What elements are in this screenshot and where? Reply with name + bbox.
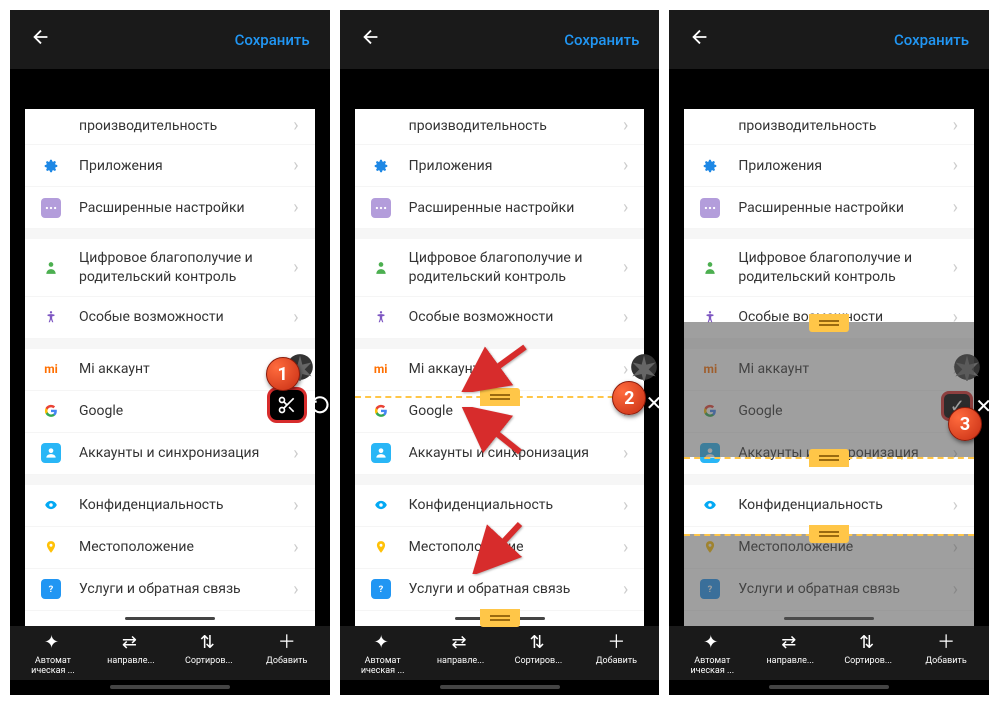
- undo-icon[interactable]: [307, 387, 330, 423]
- crop-button[interactable]: [267, 387, 307, 423]
- tool-auto[interactable]: ✦Автомат ическая ...: [673, 634, 751, 676]
- editor-header: Сохранить: [340, 10, 660, 69]
- row-accounts-sync: Аккаунты и синхронизация›: [25, 433, 315, 475]
- callout-1: 1: [266, 357, 300, 391]
- tool-add[interactable]: ＋Добавить: [248, 634, 326, 676]
- row-wellbeing: Цифровое благополучие и родительский кон…: [25, 239, 315, 296]
- row-performance: производительность: [700, 117, 952, 135]
- crop-selection-bottom: [684, 534, 974, 625]
- row-advanced: Расширенные настройки›: [25, 187, 315, 229]
- tool-sort[interactable]: ⇅Сортиров...: [829, 634, 907, 676]
- tool-add[interactable]: ＋Добавить: [577, 634, 655, 676]
- svg-text:?: ?: [378, 584, 383, 595]
- cancel-icon[interactable]: ✕: [646, 391, 660, 415]
- tool-add[interactable]: ＋Добавить: [907, 634, 985, 676]
- drag-handle-3[interactable]: [809, 525, 849, 543]
- tool-auto[interactable]: ✦Автомат ическая ...: [344, 634, 422, 676]
- crop-selection-top: [684, 322, 974, 457]
- drag-handle-1[interactable]: [809, 314, 849, 332]
- screenshot-preview: производительность› Приложения› Расширен…: [684, 109, 974, 625]
- callout-3: 3: [948, 407, 982, 441]
- editor-header: Сохранить: [10, 10, 330, 69]
- row-apps: Приложения›: [684, 145, 974, 187]
- row-performance: производительность: [371, 117, 623, 135]
- phone-1: Сохранить производительность› Приложения…: [10, 10, 330, 695]
- row-advanced: Расширенные настройки›: [355, 187, 645, 229]
- row-accessibility: Особые возможности›: [25, 297, 315, 339]
- row-performance: производительность: [41, 117, 293, 135]
- back-icon[interactable]: [689, 26, 711, 53]
- aperture-icon[interactable]: [630, 353, 658, 381]
- drag-handle-2[interactable]: [809, 449, 849, 467]
- bottom-toolbar: ✦Автомат ическая ... ⇄направле... ⇅Сорти…: [340, 626, 660, 680]
- tool-sort[interactable]: ⇅Сортиров...: [500, 634, 578, 676]
- screenshot-preview: производительность› Приложения› Расширен…: [355, 109, 645, 625]
- bottom-toolbar: ✦Автомат ическая ... ⇄направле... ⇅Сорти…: [10, 626, 330, 680]
- phone-2: Сохранить производительность› Приложения…: [340, 10, 660, 695]
- tool-direction[interactable]: ⇄направле...: [751, 634, 829, 676]
- screenshot-preview: производительность› Приложения› Расширен…: [25, 109, 315, 625]
- chevron-icon: ›: [293, 115, 298, 136]
- row-advanced: Расширенные настройки›: [684, 187, 974, 229]
- back-icon[interactable]: [30, 26, 52, 53]
- content-area: производительность› Приложения› Расширен…: [10, 69, 330, 625]
- tool-auto[interactable]: ✦Автомат ическая ...: [14, 634, 92, 676]
- row-apps: Приложения›: [25, 145, 315, 187]
- row-privacy: Конфиденциальность›: [25, 485, 315, 527]
- phone-3: Сохранить производительность› Приложения…: [669, 10, 989, 695]
- content-area: производительность› Приложения› Расширен…: [669, 69, 989, 625]
- row-privacy: Конфиденциальность›: [684, 485, 974, 527]
- tool-sort[interactable]: ⇅Сортиров...: [170, 634, 248, 676]
- drag-handle-bottom[interactable]: [480, 609, 520, 627]
- svg-text:?: ?: [49, 584, 54, 595]
- tool-direction[interactable]: ⇄направле...: [422, 634, 500, 676]
- tool-direction[interactable]: ⇄направле...: [92, 634, 170, 676]
- row-accessibility: Особые возможности›: [355, 297, 645, 339]
- row-wellbeing: Цифровое благополучие и родительский кон…: [355, 239, 645, 296]
- row-apps: Приложения›: [355, 145, 645, 187]
- row-location: Местоположение›: [25, 527, 315, 569]
- row-feedback: ?Услуги и обратная связь›: [25, 569, 315, 611]
- back-icon[interactable]: [360, 26, 382, 53]
- content-area: производительность› Приложения› Расширен…: [340, 69, 660, 625]
- row-wellbeing: Цифровое благополучие и родительский кон…: [684, 239, 974, 296]
- bottom-toolbar: ✦Автомат ическая ... ⇄направле... ⇅Сорти…: [669, 626, 989, 680]
- save-button[interactable]: Сохранить: [564, 31, 639, 49]
- editor-header: Сохранить: [669, 10, 989, 69]
- save-button[interactable]: Сохранить: [894, 31, 969, 49]
- save-button[interactable]: Сохранить: [235, 31, 310, 49]
